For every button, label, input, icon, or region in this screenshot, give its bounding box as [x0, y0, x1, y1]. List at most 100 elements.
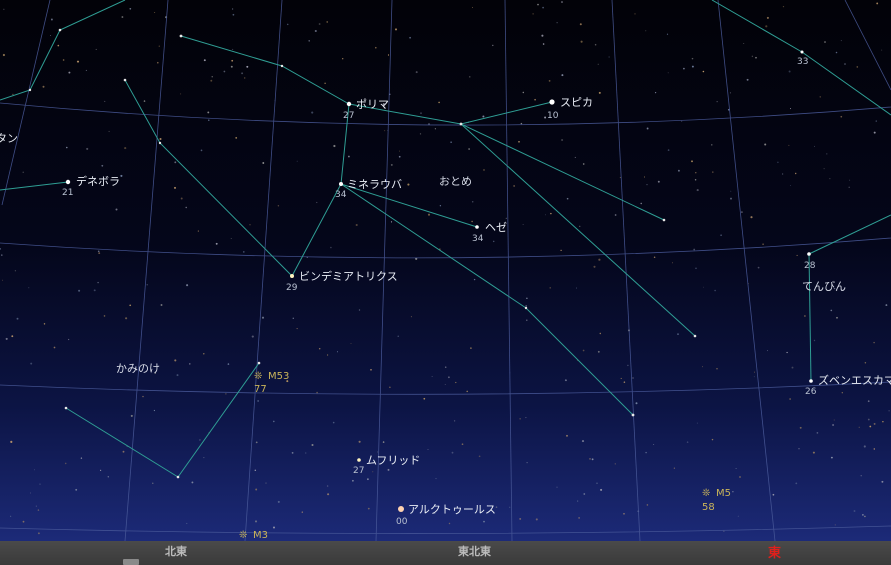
faint-star [620, 377, 622, 379]
faint-star [766, 350, 769, 352]
faint-star [482, 115, 485, 118]
faint-star [544, 116, 547, 119]
faint-star [173, 186, 177, 189]
faint-star [526, 297, 528, 300]
faint-star [873, 422, 876, 425]
faint-star [788, 144, 790, 146]
faint-star [703, 286, 704, 288]
faint-star [203, 353, 205, 355]
faint-star [80, 457, 83, 459]
faint-star [795, 482, 798, 485]
faint-star [566, 197, 569, 200]
faint-star [777, 161, 779, 164]
star-magnitude: 10 [547, 111, 559, 121]
faint-star [108, 130, 110, 133]
faint-star [751, 55, 754, 58]
star-label: ポリマ [356, 98, 389, 111]
faint-star [823, 168, 825, 170]
faint-star [730, 190, 732, 192]
faint-star [853, 510, 856, 512]
faint-star [732, 490, 734, 493]
faint-star [824, 41, 826, 43]
faint-star [518, 141, 520, 143]
faint-star [799, 426, 802, 429]
faint-star [244, 77, 246, 79]
faint-star [833, 419, 835, 421]
faint-star [384, 130, 386, 132]
star-magnitude: 27 [343, 111, 354, 121]
faint-star [492, 240, 495, 243]
horizontal-scroll-thumb[interactable] [123, 559, 139, 565]
faint-star [76, 60, 80, 63]
faint-star [720, 234, 722, 237]
faint-star [104, 100, 106, 102]
faint-star [185, 206, 187, 209]
faint-star [444, 366, 447, 368]
direction-northeast: 北東 [165, 545, 187, 558]
faint-star [415, 71, 418, 74]
faint-star [804, 315, 806, 317]
faint-star [848, 186, 850, 189]
faint-star [191, 481, 194, 484]
faint-star [614, 463, 616, 465]
star-label: ズベンエスカマリ [818, 373, 891, 387]
faint-star [448, 376, 450, 379]
star-tan-edge[interactable]: タン [0, 132, 18, 145]
faint-star [107, 476, 109, 478]
faint-star [453, 420, 456, 422]
faint-star [519, 418, 521, 420]
faint-star [189, 363, 191, 365]
faint-star [858, 426, 860, 428]
faint-star [466, 390, 468, 393]
faint-star [526, 319, 528, 322]
faint-star [390, 163, 393, 166]
faint-star [746, 78, 749, 81]
faint-star [591, 458, 594, 461]
faint-star [50, 35, 51, 36]
faint-star [439, 205, 442, 207]
faint-star [5, 337, 8, 340]
faint-star [867, 418, 870, 421]
dso-m3[interactable]: ❊ M3 [239, 530, 268, 541]
faint-star [180, 93, 182, 95]
faint-star [580, 40, 583, 43]
faint-star [691, 65, 694, 68]
faint-star [124, 147, 127, 150]
faint-star [702, 70, 705, 73]
faint-star [277, 500, 280, 503]
faint-star [30, 362, 33, 365]
faint-star [342, 58, 344, 60]
faint-star [316, 391, 318, 394]
faint-star [819, 96, 821, 98]
faint-star [545, 214, 547, 216]
faint-star [737, 515, 739, 517]
faint-star [78, 289, 81, 292]
faint-star [225, 393, 227, 395]
faint-star [695, 172, 697, 174]
faint-star [788, 70, 791, 73]
faint-star [677, 333, 679, 335]
faint-star [671, 262, 674, 264]
faint-star [97, 281, 99, 284]
sky-view[interactable]: ポリマ 27 スピカ 10 デネボラ 21 ミネラウバ 34 ヘゼ 34 ビンデ… [0, 0, 891, 541]
faint-star [830, 309, 833, 312]
faint-star [646, 184, 648, 186]
faint-star [16, 317, 19, 320]
faint-star [653, 256, 656, 259]
faint-star [716, 101, 718, 103]
faint-star [174, 359, 177, 362]
faint-star [864, 362, 867, 364]
faint-star [158, 45, 160, 47]
faint-star [564, 379, 567, 381]
faint-star [862, 514, 864, 516]
star-magnitude: 28 [804, 261, 816, 271]
faint-star [352, 479, 354, 482]
star-label: ヘゼ [485, 221, 507, 234]
faint-star [550, 212, 552, 215]
faint-star [129, 304, 132, 307]
dso-label: M53 [268, 371, 289, 382]
faint-star [434, 128, 437, 130]
faint-star [790, 185, 791, 186]
faint-star [791, 366, 794, 369]
faint-star [68, 71, 71, 74]
